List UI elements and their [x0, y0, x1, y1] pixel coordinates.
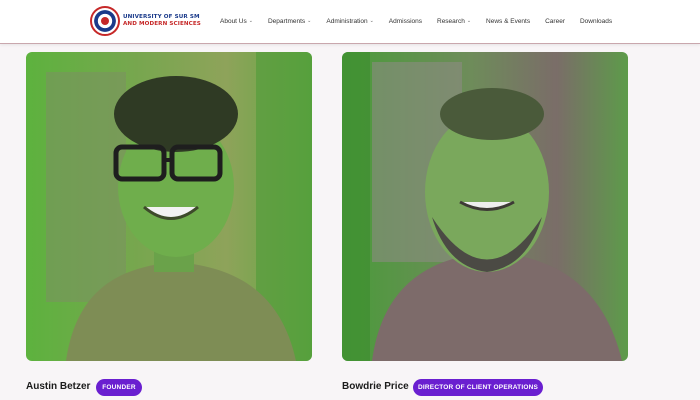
logo-line-1: UNIVERSITY OF SUR SM [123, 14, 200, 20]
nav-label: Departments [267, 17, 306, 25]
nav-label: Administration [326, 17, 368, 25]
main-nav: About Us ⌄ Departments ⌄ Administration … [220, 0, 627, 42]
nav-label: Career [545, 17, 565, 25]
university-seal-icon [90, 6, 120, 36]
nav-label: Research [437, 17, 465, 25]
nav-label: News & Events [486, 17, 531, 25]
team-member-name: Austin Betzer [26, 381, 91, 392]
nav-item-administration[interactable]: Administration ⌄ [326, 18, 373, 25]
nav-item-career[interactable]: Career [545, 18, 565, 25]
portrait-illustration [46, 52, 312, 361]
logo-text: UNIVERSITY OF SUR SM AND MODERN SCIENCES [123, 14, 201, 28]
logo-line-2: AND MODERN SCIENCES [123, 21, 201, 27]
role-badge: DIRECTOR OF CLIENT OPERATIONS [413, 379, 543, 396]
nav-item-departments[interactable]: Departments ⌄ [268, 18, 311, 25]
role-badge: FOUNDER [96, 379, 142, 396]
chevron-down-icon: ⌄ [466, 18, 472, 24]
nav-item-research[interactable]: Research ⌄ [437, 18, 471, 25]
nav-label: Admissions [388, 17, 422, 25]
site-header: UNIVERSITY OF SUR SM AND MODERN SCIENCES… [0, 0, 700, 44]
university-logo[interactable]: UNIVERSITY OF SUR SM AND MODERN SCIENCES [90, 6, 201, 36]
chevron-down-icon: ⌄ [248, 18, 253, 24]
nav-item-about-us[interactable]: About Us ⌄ [220, 18, 253, 25]
nav-label: About Us [220, 17, 247, 25]
portrait-illustration [342, 52, 622, 361]
chevron-down-icon: ⌄ [307, 18, 312, 24]
team-member-photo-bowdrie[interactable] [342, 52, 628, 361]
nav-item-news-events[interactable]: News & Events [486, 18, 530, 25]
chevron-down-icon: ⌄ [369, 18, 374, 24]
team-member-photo-austin[interactable] [26, 52, 312, 361]
nav-label: Downloads [579, 17, 613, 25]
team-member-name: Bowdrie Price [342, 381, 409, 392]
nav-item-downloads[interactable]: Downloads [580, 18, 612, 25]
nav-item-admissions[interactable]: Admissions [389, 18, 422, 25]
